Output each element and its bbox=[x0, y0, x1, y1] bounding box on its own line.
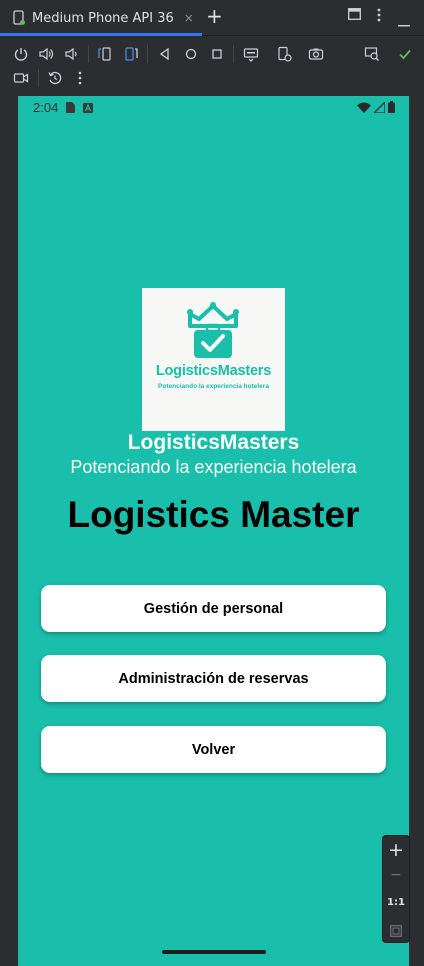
staff-management-button[interactable]: Gestión de personal bbox=[41, 585, 386, 632]
zoom-in-button[interactable]: + bbox=[383, 839, 409, 861]
close-tab-icon[interactable]: × bbox=[184, 11, 194, 25]
tab-bar: Medium Phone API 36 × + bbox=[0, 0, 424, 36]
volume-down-icon[interactable] bbox=[61, 44, 81, 64]
signal-icon bbox=[372, 100, 386, 116]
notification-a-icon bbox=[83, 102, 93, 116]
minimize-icon[interactable] bbox=[398, 15, 410, 31]
screen-record-icon[interactable] bbox=[11, 68, 31, 88]
status-time: 2:04 bbox=[33, 100, 59, 115]
power-icon[interactable] bbox=[11, 44, 31, 64]
crown-briefcase-icon bbox=[187, 302, 239, 358]
rotate-left-icon[interactable] bbox=[95, 44, 115, 64]
back-icon[interactable] bbox=[155, 44, 175, 64]
more-options-icon[interactable] bbox=[377, 8, 381, 26]
zoom-actual-size-button[interactable]: 1:1 bbox=[383, 897, 409, 908]
window-layout-icon[interactable] bbox=[348, 8, 361, 24]
device-tab-label: Medium Phone API 36 bbox=[32, 10, 174, 26]
toolbar-divider bbox=[38, 69, 39, 87]
phone-screen: 2:04 LogisticsMasters Potenciando la exp… bbox=[18, 96, 409, 966]
device-tab[interactable]: Medium Phone API 36 × bbox=[8, 4, 202, 32]
battery-icon bbox=[388, 101, 395, 116]
device-settings-icon[interactable] bbox=[274, 44, 294, 64]
app-logo: LogisticsMasters Potenciando la experien… bbox=[142, 288, 285, 431]
zoom-out-button[interactable]: − bbox=[383, 867, 409, 883]
home-icon[interactable] bbox=[181, 44, 201, 64]
device-icon bbox=[12, 10, 26, 26]
add-tab-button[interactable]: + bbox=[206, 6, 223, 26]
gesture-nav-handle[interactable] bbox=[162, 950, 266, 954]
logo-tagline: Potenciando la experiencia hotelera bbox=[158, 383, 269, 390]
sim-card-icon bbox=[66, 102, 75, 116]
zoom-panel: + − 1:1 bbox=[382, 835, 410, 943]
status-bar: 2:04 bbox=[18, 96, 409, 118]
reservations-admin-button[interactable]: Administración de reservas bbox=[41, 655, 386, 702]
logo-wordmark: LogisticsMasters bbox=[155, 363, 272, 379]
emulator-window: Medium Phone API 36 × + 2:04 LogisticsMa… bbox=[0, 0, 424, 966]
more-actions-icon[interactable] bbox=[70, 68, 90, 88]
page-title: Logistics Master bbox=[67, 494, 360, 535]
rotate-right-icon[interactable] bbox=[121, 44, 141, 64]
brand-tagline: Potenciando la experiencia hotelera bbox=[70, 457, 357, 477]
keyboard-icon[interactable] bbox=[241, 44, 261, 64]
wifi-icon bbox=[357, 102, 371, 116]
checkmark-icon[interactable] bbox=[395, 44, 415, 64]
snapshot-restore-icon[interactable] bbox=[45, 68, 65, 88]
overview-icon[interactable] bbox=[207, 44, 227, 64]
active-tab-indicator bbox=[0, 33, 202, 36]
emulator-toolbar bbox=[0, 37, 424, 97]
back-button[interactable]: Volver bbox=[41, 726, 386, 773]
toolbar-divider bbox=[147, 45, 148, 63]
camera-icon[interactable] bbox=[306, 44, 326, 64]
zoom-screen-icon[interactable] bbox=[362, 44, 382, 64]
brand-name: LogisticsMasters bbox=[127, 431, 300, 454]
toolbar-divider bbox=[88, 45, 89, 63]
volume-up-icon[interactable] bbox=[36, 44, 56, 64]
toolbar-divider bbox=[233, 45, 234, 63]
zoom-fit-icon[interactable] bbox=[383, 922, 409, 941]
